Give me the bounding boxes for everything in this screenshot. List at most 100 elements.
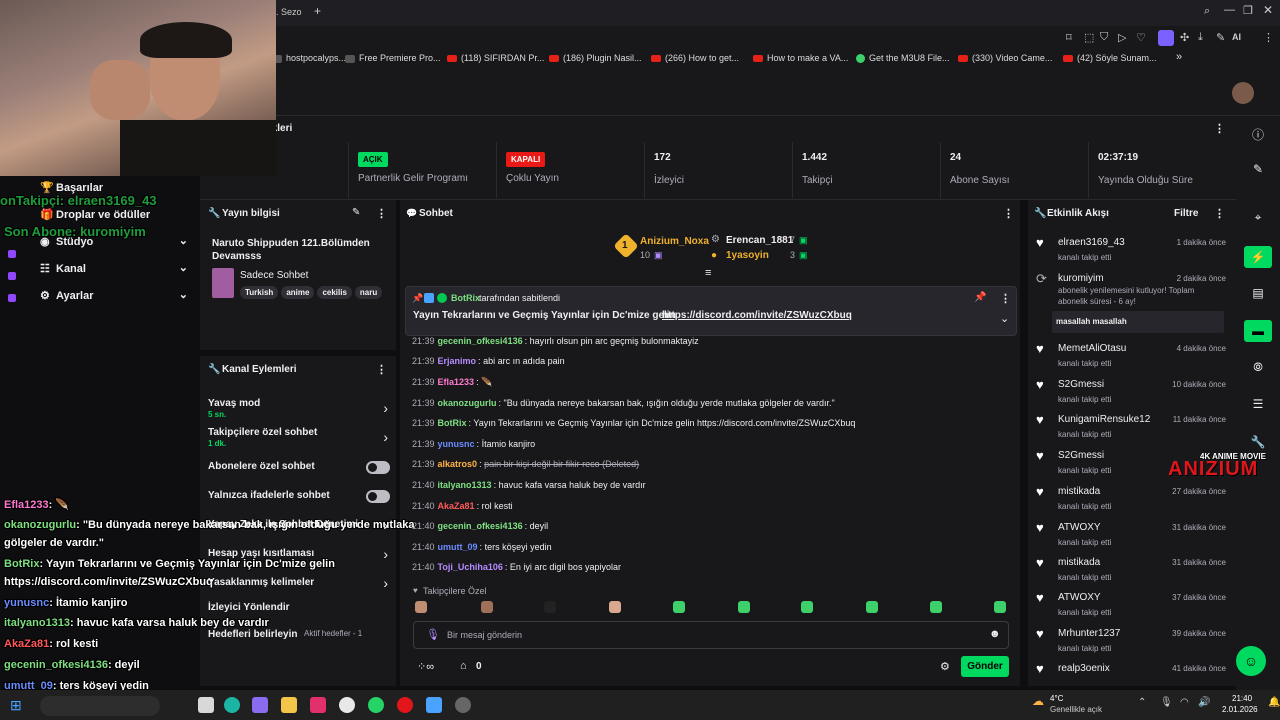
broadcast-icon[interactable]: ⦾ [1244, 360, 1272, 375]
bookmark-item[interactable]: (330) Video Came... [958, 53, 1052, 63]
channel-action-item[interactable]: Yalnızca ifadelerle sohbet [208, 490, 390, 503]
activity-event[interactable]: ♥ Mrhunter1237 39 dakika önce kanalı takip … [1036, 627, 1226, 658]
expand-leaderboard-icon[interactable]: ≡ [705, 267, 711, 279]
event-username[interactable]: S2Gmessi [1058, 379, 1104, 390]
activity-event[interactable]: ♥ realp3oenix 41 dakika önce [1036, 662, 1226, 693]
event-username[interactable]: KunigamiRensuke12 [1058, 414, 1150, 425]
pinned-menu-icon[interactable]: ⋮ [1000, 292, 1011, 305]
heart-icon[interactable]: ♡ [1136, 31, 1146, 44]
chat-menu-icon[interactable]: ⋮ [1003, 207, 1014, 220]
event-username[interactable]: MemetAliOtasu [1058, 343, 1126, 354]
file-explorer-icon[interactable] [281, 697, 297, 713]
chat-message[interactable]: 21:39 Erjanimo: abi arc ın adıda pain [412, 356, 565, 366]
event-username[interactable]: mistikada [1058, 557, 1100, 568]
channel-action-item[interactable]: Abonelere özel sohbet [208, 461, 390, 474]
edit-icon[interactable]: ✎ [1216, 31, 1225, 44]
activity-event[interactable]: ♥ mistikada 31 dakika önce kanalı takip ett… [1036, 556, 1226, 587]
bookmark-item[interactable]: (266) How to get... [651, 53, 739, 63]
emote-icon[interactable] [415, 601, 427, 613]
chat-username[interactable]: okanozugurlu [438, 398, 497, 408]
puzzle-icon[interactable]: ✣ [1180, 31, 1189, 44]
channel-action-item[interactable]: İzleyici Yönlendir [208, 602, 390, 613]
channel-action-item[interactable]: Yavaş mod 5 sn. › [208, 398, 390, 419]
event-username[interactable]: kuromiyim [1058, 273, 1104, 284]
bookmark-icon[interactable]: ⌑ [1066, 31, 1072, 44]
leader-name[interactable]: 1yasoyin [726, 250, 769, 261]
shield-icon[interactable]: ⛉ [1100, 31, 1108, 44]
emote-icon[interactable] [609, 601, 621, 613]
channel-action-item[interactable]: Takipçilere özel sohbet 1 dk. › [208, 427, 390, 448]
mic-tray-icon[interactable]: 🎙 [1160, 697, 1173, 708]
search-icon[interactable]: ⌕ [1204, 5, 1210, 18]
activity-event[interactable]: ♥ elraen3169_43 1 dakika önce kanalı takip … [1036, 236, 1226, 267]
pinned-link[interactable]: https://discord.com/invite/ZSWuzCXbuq [662, 310, 852, 321]
mini-nav-icon[interactable] [8, 272, 16, 280]
chevron-down-icon[interactable]: ⌄ [1000, 312, 1009, 325]
activity-event[interactable]: ♥ MemetAliOtasu 4 dakika önce kanalı takip … [1036, 342, 1226, 373]
chat-username[interactable]: alkatros0 [438, 459, 478, 469]
chat-message[interactable]: 21:39 alkatros0: pain bir kişi değil bir … [412, 459, 639, 469]
emote-icon[interactable] [481, 601, 493, 613]
download-icon[interactable]: ⤓ [1198, 31, 1203, 44]
emote-icon[interactable] [738, 601, 750, 613]
app-icon[interactable] [252, 697, 268, 713]
bookmark-item[interactable]: (42) Söyle Sunam... [1063, 53, 1157, 63]
chat-username[interactable]: BotRix [438, 418, 467, 428]
panel-menu-icon[interactable]: ⋮ [376, 363, 387, 376]
chat-username[interactable]: umutt_09 [438, 542, 478, 552]
start-icon[interactable]: ⊞ [10, 697, 22, 714]
extension-icon[interactable] [1158, 30, 1174, 46]
emote-icon[interactable] [866, 601, 878, 613]
event-username[interactable]: mistikada [1058, 486, 1100, 497]
channel-action-item[interactable]: Hesap yaşı kısıtlaması › [208, 546, 390, 562]
activity-event[interactable]: ♥ S2Gmessi kanalı takip etti [1036, 449, 1226, 480]
chat-rail-icon[interactable]: ▬ [1244, 320, 1272, 342]
edit-icon[interactable]: ✎ [352, 207, 360, 218]
tag-pill[interactable]: anime [281, 286, 315, 299]
leader-name[interactable]: Erencan_1881 [726, 235, 793, 246]
chat-username[interactable]: Efla1233 [438, 377, 475, 387]
mini-nav-icon[interactable] [8, 294, 16, 302]
chat-username[interactable]: gecenin_ofkesi4136 [438, 336, 523, 346]
layout-icon[interactable]: ☰ [1244, 397, 1272, 411]
ai-button[interactable]: AI [1232, 32, 1241, 42]
activity-event[interactable]: ♥ mistikada 27 dakika önce kanalı takip ett… [1036, 485, 1226, 516]
toggle-switch[interactable] [366, 490, 390, 503]
stats-menu-icon[interactable]: ⋮ [1214, 122, 1225, 135]
panel-menu-icon[interactable]: ⋮ [376, 207, 387, 220]
info-icon[interactable]: ⓘ [1244, 126, 1272, 143]
minimize-icon[interactable]: — [1224, 4, 1235, 16]
volume-icon[interactable]: 🔊 [1198, 697, 1210, 708]
screenshot-icon[interactable]: ⬚ [1084, 31, 1094, 44]
emote-icon[interactable] [673, 601, 685, 613]
target-icon[interactable]: ⌖ [1244, 210, 1272, 225]
microphone-icon[interactable]: 🎙 [426, 628, 440, 641]
channel-action-item[interactable]: Yasaklanmış kelimeler › [208, 575, 390, 591]
emote-icon[interactable] [801, 601, 813, 613]
chat-username[interactable]: AkaZa81 [438, 501, 475, 511]
category-name[interactable]: Sadece Sohbet [240, 270, 308, 281]
activity-event[interactable]: ♥ KunigamiRensuke12 11 dakika önce kanalı t… [1036, 413, 1226, 444]
event-username[interactable]: realp3oenix [1058, 663, 1110, 674]
tag-pill[interactable]: cekilis [317, 286, 352, 299]
emoji-icon[interactable]: ☻ [989, 628, 1001, 640]
store-icon[interactable]: ⌂ [460, 660, 467, 672]
leader-name[interactable]: Anizium_Noxa [640, 236, 709, 247]
chat-settings-icon[interactable]: ⚙ [940, 660, 950, 673]
toggle-switch[interactable] [366, 461, 390, 474]
activity-event[interactable]: ♥ ATWOXY 37 dakika önce kanalı takip etti [1036, 591, 1226, 622]
chat-message[interactable]: 21:39 yunusnc: İtamio kanjiro [412, 439, 535, 449]
instagram-icon[interactable] [310, 697, 326, 713]
filter-button[interactable]: Filtre [1174, 208, 1198, 219]
chat-username[interactable]: italyano1313 [438, 480, 492, 490]
opera-icon[interactable] [397, 697, 413, 713]
menu-icon[interactable]: ⋮ [1263, 31, 1274, 44]
bookmark-item[interactable]: hostpocalyps... [272, 53, 346, 63]
event-username[interactable]: elraen3169_43 [1058, 237, 1125, 248]
wifi-icon[interactable]: ◠ [1180, 697, 1189, 708]
event-username[interactable]: Mrhunter1237 [1058, 628, 1120, 639]
tab-title[interactable]: . Sezo [276, 7, 302, 17]
emote-icon[interactable] [994, 601, 1006, 613]
chat-message[interactable]: 21:40 Toji_Uchiha106: En iyi arc digil bo… [412, 562, 621, 572]
activity-event[interactable]: ♥ S2Gmessi 10 dakika önce kanalı takip etti [1036, 378, 1226, 409]
